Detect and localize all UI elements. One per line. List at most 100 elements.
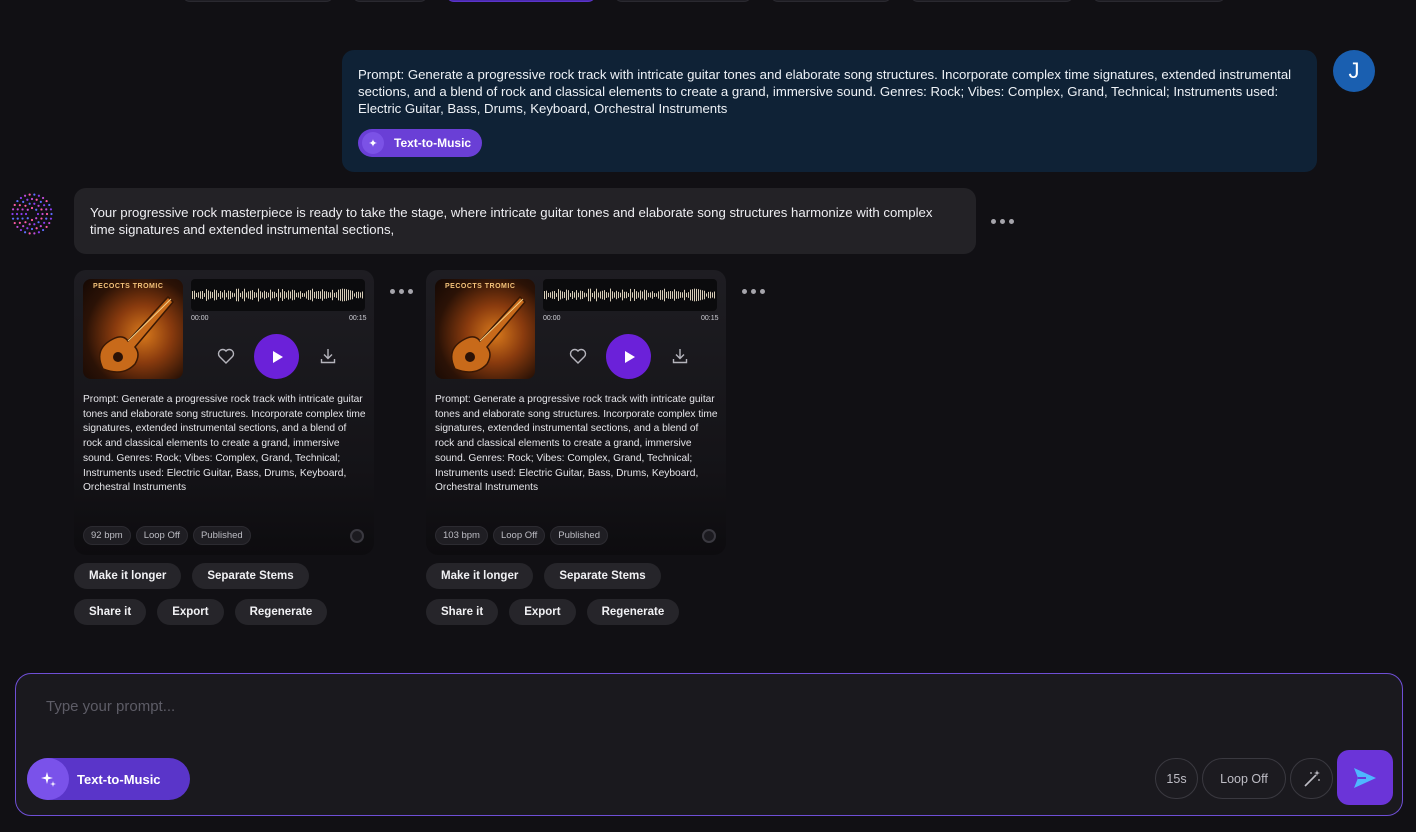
waveform-bar — [254, 292, 255, 298]
waveform-bar — [206, 289, 207, 301]
top-tab[interactable] — [352, 0, 428, 2]
download-icon[interactable] — [318, 346, 338, 366]
waveform-bar — [564, 292, 565, 298]
mode-select-button[interactable]: Text-to-Music — [27, 758, 190, 800]
waveform-bar — [554, 290, 555, 300]
waveform[interactable] — [191, 279, 365, 311]
avatar-dot — [19, 228, 23, 232]
top-tab-active[interactable] — [446, 0, 596, 2]
avatar-dot — [13, 203, 16, 207]
make-longer-button[interactable]: Make it longer — [74, 563, 182, 589]
export-button[interactable]: Export — [157, 599, 224, 625]
sparkle-icon: ✦ — [362, 132, 384, 154]
make-longer-button[interactable]: Make it longer — [426, 563, 534, 589]
waveform-bar — [670, 291, 671, 299]
loop-badge: Loop Off — [135, 526, 188, 545]
waveform-bar — [592, 292, 593, 298]
avatar-dot — [37, 194, 41, 197]
download-icon[interactable] — [670, 346, 690, 366]
play-button[interactable] — [254, 334, 299, 379]
waveform-bar — [570, 293, 571, 297]
waveform-bar — [344, 288, 345, 302]
assistant-message: Your progressive rock masterpiece is rea… — [74, 188, 976, 254]
waveform-bar — [548, 292, 549, 298]
waveform-bar — [596, 288, 597, 302]
send-button[interactable] — [1337, 750, 1393, 805]
avatar-dot — [18, 204, 21, 207]
track-cover[interactable]: PECOCTS TROMIC — [435, 279, 535, 379]
track-actions: Make it longer Separate Stems Share it E… — [74, 563, 384, 625]
waveform-bar — [256, 292, 257, 298]
share-button[interactable]: Share it — [74, 599, 147, 625]
waveform-bar — [600, 291, 601, 299]
status-indicator — [702, 529, 716, 543]
avatar-dot — [40, 208, 43, 211]
waveform-bar — [214, 289, 215, 301]
sparkle-icon — [27, 758, 69, 800]
avatar-dot — [16, 208, 19, 211]
bpm-badge: 92 bpm — [83, 526, 131, 545]
avatar-dot — [35, 198, 38, 201]
regenerate-button[interactable]: Regenerate — [234, 599, 328, 625]
waveform-bar — [358, 291, 359, 299]
track-cover[interactable]: PECOCTS TROMIC — [83, 279, 183, 379]
waveform-bar — [216, 290, 217, 300]
waveform-bar — [706, 293, 707, 297]
waveform-bar — [318, 291, 319, 299]
heart-icon[interactable] — [568, 346, 588, 366]
waveform-bar — [192, 291, 193, 299]
waveform-bar — [264, 290, 265, 300]
top-tab[interactable] — [614, 0, 752, 2]
status-indicator — [350, 529, 364, 543]
assistant-avatar — [11, 193, 53, 235]
top-tab[interactable] — [1092, 0, 1226, 2]
avatar-dot — [11, 208, 15, 211]
avatar-dot — [33, 232, 36, 235]
track-actions: Make it longer Separate Stems Share it E… — [426, 563, 736, 625]
waveform-bar — [284, 291, 285, 299]
prompt-input[interactable] — [46, 694, 946, 718]
heart-icon[interactable] — [216, 346, 236, 366]
more-dots-icon[interactable] — [390, 289, 413, 294]
waveform-bar — [692, 289, 693, 301]
waveform-bar — [638, 292, 639, 298]
top-tab[interactable] — [910, 0, 1074, 2]
separate-stems-button[interactable]: Separate Stems — [544, 563, 661, 589]
waveform-bar — [612, 291, 613, 299]
waveform-bar — [624, 291, 625, 299]
track-badges: 103 bpm Loop Off Published — [435, 526, 608, 545]
top-tab[interactable] — [770, 0, 892, 2]
waveform-bar — [260, 291, 261, 299]
waveform-bar — [258, 288, 259, 302]
waveform[interactable] — [543, 279, 717, 311]
waveform-bar — [666, 291, 667, 299]
waveform-bar — [352, 290, 353, 300]
waveform-bar — [290, 291, 291, 299]
share-button[interactable]: Share it — [426, 599, 499, 625]
more-dots-icon[interactable] — [742, 289, 765, 294]
waveform-bar — [342, 288, 343, 302]
waveform-bar — [708, 291, 709, 299]
waveform-bar — [224, 290, 225, 300]
status-badge: Published — [550, 526, 608, 545]
avatar-dot — [40, 217, 43, 220]
top-tab[interactable] — [182, 0, 334, 2]
enhance-button[interactable] — [1290, 758, 1333, 799]
duration-button[interactable]: 15s — [1155, 758, 1198, 799]
waveform-bar — [266, 291, 267, 299]
regenerate-button[interactable]: Regenerate — [586, 599, 680, 625]
waveform-bar — [360, 292, 361, 298]
waveform-bar — [684, 289, 685, 301]
user-avatar[interactable]: J — [1333, 50, 1375, 92]
more-dots-icon[interactable] — [991, 219, 1014, 224]
waveform-bar — [668, 291, 669, 299]
waveform-bar — [314, 291, 315, 299]
avatar-dot — [30, 218, 34, 222]
separate-stems-button[interactable]: Separate Stems — [192, 563, 309, 589]
loop-toggle[interactable]: Loop Off — [1202, 758, 1286, 799]
waveform-bar — [350, 290, 351, 300]
export-button[interactable]: Export — [509, 599, 576, 625]
waveform-bar — [304, 293, 305, 297]
play-button[interactable] — [606, 334, 651, 379]
waveform-bar — [584, 292, 585, 298]
